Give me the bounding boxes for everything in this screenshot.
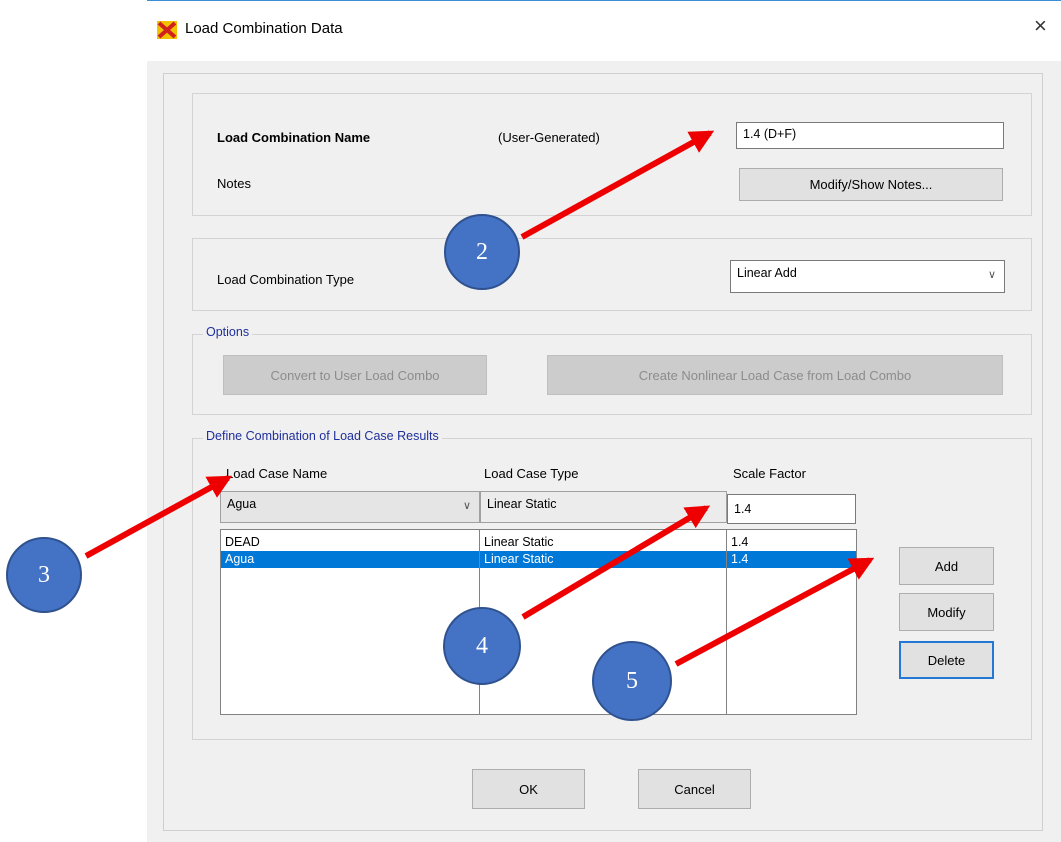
- load-combination-dialog: Load Combination Data × Load Combination…: [147, 0, 1061, 842]
- load-case-type-field: Linear Static: [480, 491, 727, 523]
- modify-show-notes-button[interactable]: Modify/Show Notes...: [739, 168, 1003, 201]
- close-icon[interactable]: ×: [1034, 15, 1047, 37]
- combination-type-label: Load Combination Type: [217, 272, 355, 287]
- load-case-name-select[interactable]: Agua ∨: [220, 491, 480, 523]
- title-bar: Load Combination Data ×: [147, 1, 1061, 61]
- list-item-case-type-selected[interactable]: Linear Static: [480, 551, 726, 568]
- annotation-marker-5: 5: [592, 641, 672, 721]
- list-item-case-name[interactable]: DEAD: [221, 534, 479, 551]
- combination-name-input[interactable]: 1.4 (D+F): [736, 122, 1004, 149]
- add-button[interactable]: Add: [899, 547, 994, 585]
- define-combination-legend: Define Combination of Load Case Results: [203, 429, 442, 443]
- list-item-case-type[interactable]: Linear Static: [480, 534, 726, 551]
- combination-type-select[interactable]: Linear Add ∨: [730, 260, 1005, 293]
- annotation-marker-3: 3: [6, 537, 82, 613]
- notes-label: Notes: [217, 176, 251, 191]
- sap-app-icon: [157, 21, 177, 39]
- cancel-button[interactable]: Cancel: [638, 769, 751, 809]
- convert-to-user-combo-button[interactable]: Convert to User Load Combo: [223, 355, 487, 395]
- list-item-scale-factor-selected[interactable]: 1.4: [727, 551, 856, 568]
- window-title: Load Combination Data: [185, 20, 343, 37]
- scale-factor-list[interactable]: 1.4 1.4: [726, 529, 857, 715]
- load-case-type-value: Linear Static: [487, 497, 557, 511]
- annotation-marker-2: 2: [444, 214, 520, 290]
- list-item-scale-factor[interactable]: 1.4: [727, 534, 856, 551]
- combination-name-label: Load Combination Name: [217, 130, 371, 145]
- user-generated-label: (User-Generated): [498, 130, 600, 145]
- header-load-case-type: Load Case Type: [484, 466, 579, 481]
- chevron-down-icon: ∨: [987, 269, 996, 281]
- combination-type-value: Linear Add: [737, 266, 797, 280]
- load-case-name-value: Agua: [227, 497, 257, 511]
- create-nonlinear-case-button[interactable]: Create Nonlinear Load Case from Load Com…: [547, 355, 1003, 395]
- modify-button[interactable]: Modify: [899, 593, 994, 631]
- header-load-case-name: Load Case Name: [226, 466, 328, 481]
- annotation-marker-4: 4: [443, 607, 521, 685]
- load-case-name-list[interactable]: DEAD Agua: [220, 529, 480, 715]
- ok-button[interactable]: OK: [472, 769, 585, 809]
- chevron-down-icon: ∨: [462, 500, 471, 512]
- delete-button[interactable]: Delete: [899, 641, 994, 679]
- header-scale-factor: Scale Factor: [733, 466, 806, 481]
- options-legend: Options: [203, 325, 253, 339]
- scale-factor-input[interactable]: 1.4: [727, 494, 856, 524]
- list-item-case-name-selected[interactable]: Agua: [221, 551, 479, 568]
